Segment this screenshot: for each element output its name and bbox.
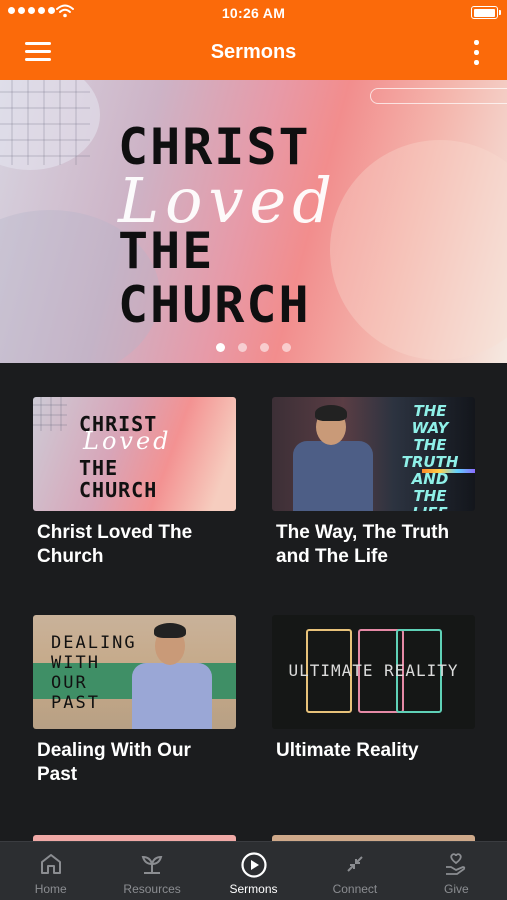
tab-label: Connect bbox=[332, 882, 378, 896]
sermon-thumbnail: CHRIST THE CHURCH Loved bbox=[33, 397, 236, 511]
carousel-dot[interactable] bbox=[238, 343, 247, 352]
sermon-title: The Way, The Truth and The Life bbox=[276, 522, 450, 567]
status-bar: 10:26 AM bbox=[0, 0, 507, 26]
sermon-card[interactable]: THE WAY THE TRUTH AND THE LIFE The Way, … bbox=[272, 397, 475, 569]
tab-connect[interactable]: Connect bbox=[304, 842, 405, 900]
status-time: 10:26 AM bbox=[221, 5, 286, 21]
thumbnail-title: THE WAY THE TRUTH AND THE LIFE bbox=[401, 402, 459, 512]
thumb-line: THE bbox=[79, 456, 119, 480]
top-bar: 10:26 AM Sermons bbox=[0, 0, 507, 80]
sermon-title: Christ Loved The Church bbox=[37, 522, 193, 567]
sermon-thumbnail: THE WAY THE TRUTH AND THE LIFE bbox=[272, 397, 475, 511]
banner-script-text: Loved bbox=[118, 164, 338, 237]
thumb-grid-decoration bbox=[33, 397, 67, 431]
banner-decoration bbox=[330, 140, 507, 360]
tab-sermons[interactable]: Sermons bbox=[203, 842, 304, 900]
battery-icon bbox=[471, 6, 501, 19]
sermon-grid: CHRIST THE CHURCH Loved Christ Loved The… bbox=[0, 363, 507, 841]
sermon-thumbnail: ULTIMATE REALITY bbox=[272, 615, 475, 729]
carousel-dot[interactable] bbox=[282, 343, 291, 352]
tab-resources[interactable]: Resources bbox=[101, 842, 202, 900]
sermon-title: Ultimate Reality bbox=[276, 740, 419, 761]
carousel-dot[interactable] bbox=[216, 343, 225, 352]
speaker-image bbox=[129, 617, 215, 729]
featured-banner[interactable]: CHRIST THE CHURCH Loved bbox=[0, 80, 507, 363]
tab-home[interactable]: Home bbox=[0, 842, 101, 900]
sermon-thumbnail: DEALING WITH OUR PAST bbox=[33, 615, 236, 729]
sermon-card[interactable]: ULTIMATE REALITY Ultimate Reality bbox=[272, 615, 475, 763]
app-bar: Sermons bbox=[0, 30, 507, 74]
carousel-dot[interactable] bbox=[260, 343, 269, 352]
arrows-in-icon bbox=[347, 856, 363, 872]
heart-hand-icon bbox=[446, 853, 466, 875]
play-circle-icon bbox=[240, 852, 267, 878]
sprout-icon bbox=[141, 855, 163, 874]
banner-decoration bbox=[370, 88, 507, 104]
tab-label: Resources bbox=[123, 882, 181, 896]
carousel-indicator bbox=[0, 343, 507, 352]
sermon-card[interactable]: CHRIST THE CHURCH Loved Christ Loved The… bbox=[33, 397, 236, 569]
bottom-tab-bar: Home Resources Sermons Connect Give bbox=[0, 841, 507, 900]
page-title: Sermons bbox=[210, 41, 297, 63]
tab-label: Sermons bbox=[229, 882, 278, 896]
tab-label: Give bbox=[443, 882, 469, 896]
thumb-line: CHURCH bbox=[79, 478, 158, 502]
speaker-image bbox=[290, 401, 376, 511]
tab-label: Home bbox=[34, 882, 67, 896]
more-options-button[interactable] bbox=[471, 39, 481, 67]
home-icon bbox=[40, 854, 61, 874]
thumbnail-title: DEALING WITH OUR PAST bbox=[51, 633, 137, 713]
sermon-title: Dealing With Our Past bbox=[37, 740, 191, 785]
thumbnail-script: Loved bbox=[83, 427, 172, 455]
sermon-card[interactable]: DEALING WITH OUR PAST Dealing With Our P… bbox=[33, 615, 236, 787]
tab-give[interactable]: Give bbox=[406, 842, 507, 900]
thumbnail-title: ULTIMATE REALITY bbox=[288, 661, 459, 680]
banner-title-line3: CHURCH bbox=[118, 276, 311, 334]
banner-grid-decoration bbox=[0, 80, 90, 165]
